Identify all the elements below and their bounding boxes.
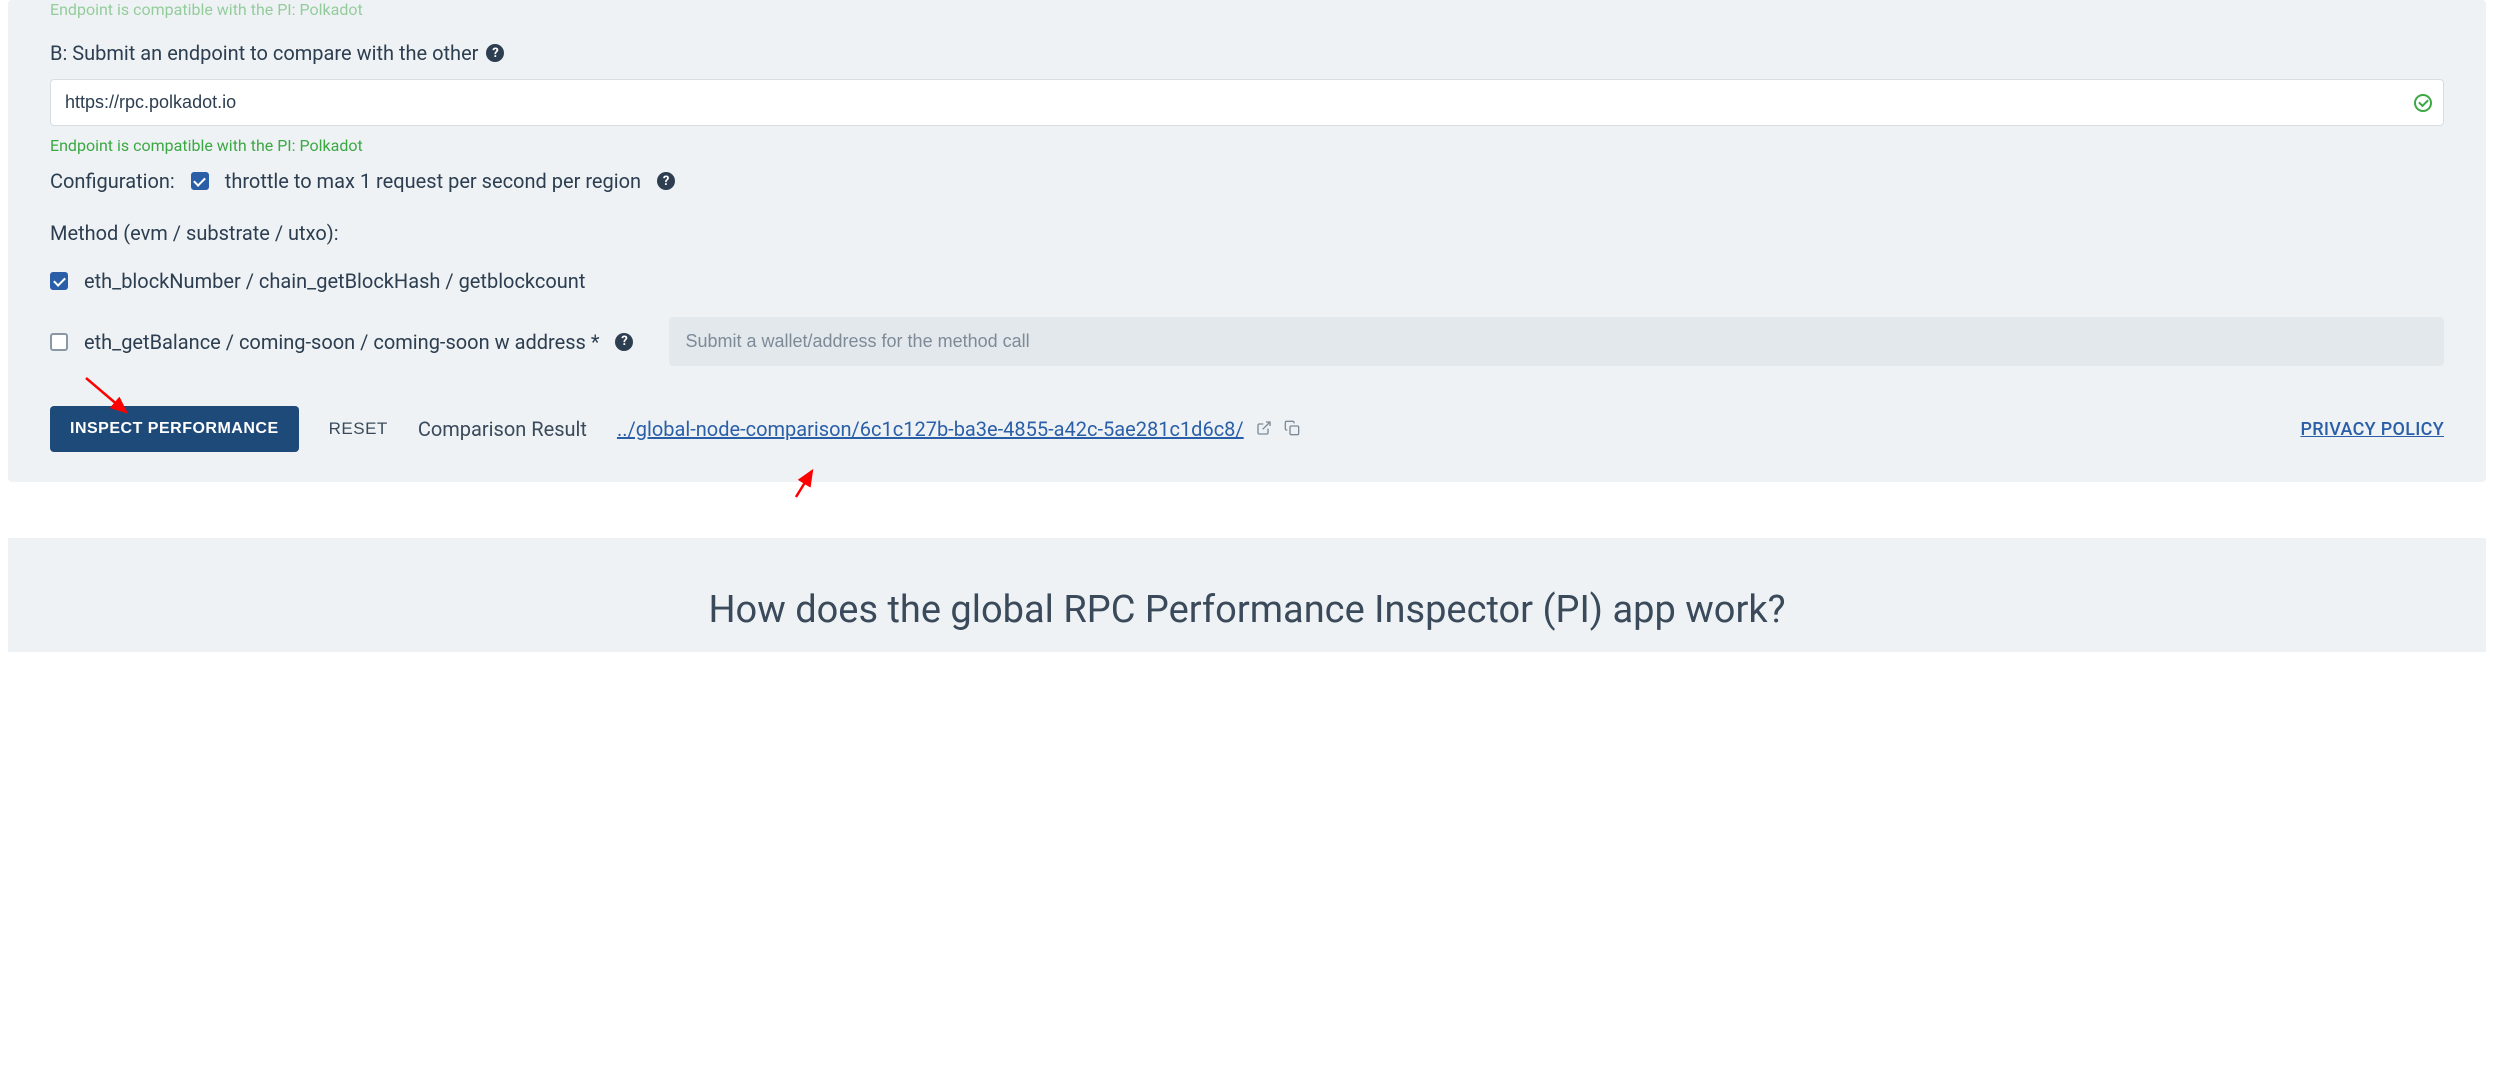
check-circle-icon	[2414, 94, 2432, 112]
configuration-label: Configuration:	[50, 169, 175, 193]
method-blocknumber-checkbox[interactable]	[50, 272, 68, 290]
throttle-checkbox[interactable]	[191, 172, 209, 190]
help-icon[interactable]: ?	[615, 333, 633, 351]
endpoint-a-status: Endpoint is compatible with the PI: Polk…	[50, 0, 2444, 19]
endpoint-b-status: Endpoint is compatible with the PI: Polk…	[50, 136, 2444, 155]
external-link-icon[interactable]	[1256, 420, 1272, 436]
help-icon[interactable]: ?	[657, 172, 675, 190]
comparison-result-label: Comparison Result	[418, 417, 587, 441]
how-it-works-heading: How does the global RPC Performance Insp…	[50, 588, 2444, 632]
copy-icon[interactable]	[1284, 420, 1300, 436]
privacy-policy-link[interactable]: PRIVACY POLICY	[2300, 419, 2444, 440]
method-heading: Method (evm / substrate / utxo):	[50, 221, 2444, 245]
throttle-label: throttle to max 1 request per second per…	[225, 169, 641, 193]
help-icon[interactable]: ?	[486, 44, 504, 62]
method-getbalance-label: eth_getBalance / coming-soon / coming-so…	[84, 330, 599, 354]
method-getbalance-checkbox[interactable]	[50, 333, 68, 351]
comparison-result-link[interactable]: ../global-node-comparison/6c1c127b-ba3e-…	[617, 417, 1244, 441]
endpoint-b-input[interactable]	[50, 79, 2444, 126]
method-blocknumber-label: eth_blockNumber / chain_getBlockHash / g…	[84, 269, 585, 293]
endpoint-b-label: B: Submit an endpoint to compare with th…	[50, 41, 478, 65]
reset-button[interactable]: RESET	[329, 419, 388, 439]
annotation-arrow-icon	[788, 465, 828, 505]
wallet-address-input[interactable]	[669, 317, 2444, 366]
inspect-performance-button[interactable]: INSPECT PERFORMANCE	[50, 406, 299, 452]
